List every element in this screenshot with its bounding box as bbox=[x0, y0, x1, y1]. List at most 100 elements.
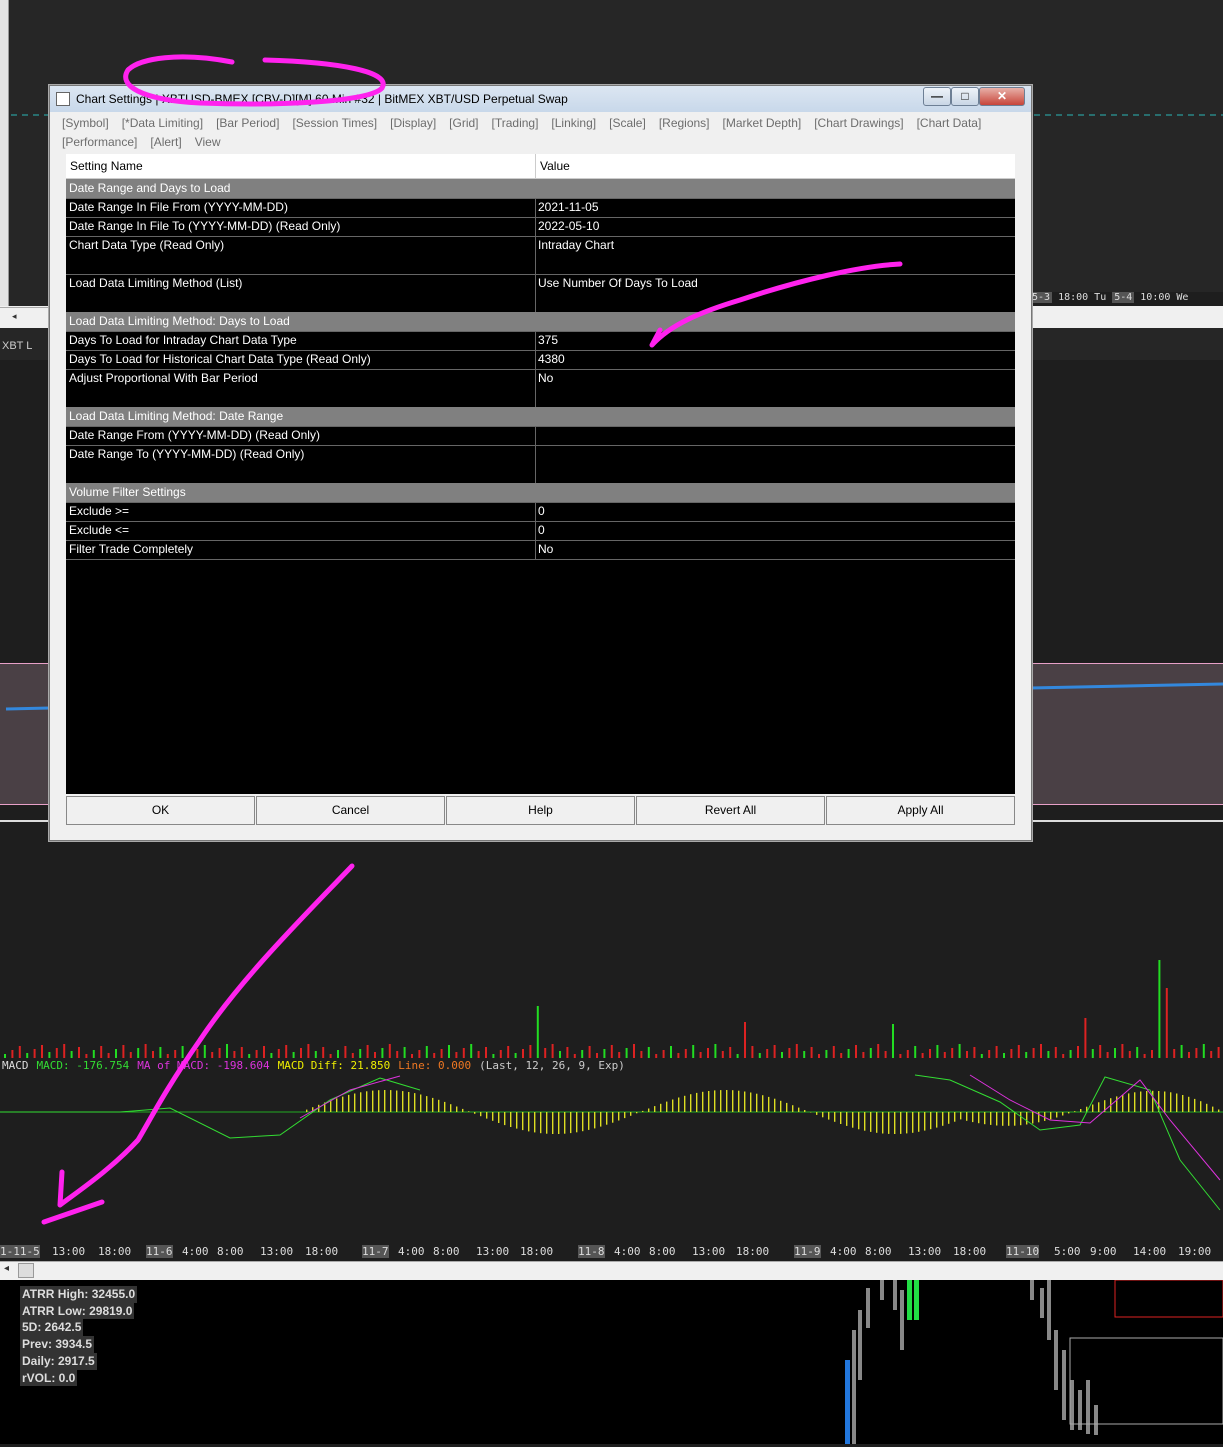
time-axis-label: 4:00 bbox=[614, 1245, 641, 1258]
macd-diff-bar bbox=[960, 1112, 961, 1119]
time-axis-label: 18:00 bbox=[520, 1245, 553, 1258]
macd-diff-bar bbox=[714, 1090, 715, 1112]
apply-all-button[interactable]: Apply All bbox=[826, 796, 1015, 825]
macd-line bbox=[0, 1078, 420, 1138]
volume-bar bbox=[811, 1047, 813, 1058]
chart-tab-label[interactable]: XBT L bbox=[0, 340, 34, 352]
volume-bar bbox=[833, 1046, 835, 1058]
volume-bar bbox=[633, 1044, 635, 1058]
column-header-setting-name[interactable]: Setting Name bbox=[70, 159, 143, 173]
tab-item[interactable]: [Trading] bbox=[492, 114, 539, 133]
tab-item[interactable]: [Regions] bbox=[659, 114, 710, 133]
setting-row[interactable]: Exclude <=0 bbox=[66, 521, 1015, 541]
setting-row[interactable]: Chart Data Type (Read Only)Intraday Char… bbox=[66, 236, 1015, 256]
column-divider bbox=[535, 426, 536, 445]
setting-value[interactable]: No bbox=[538, 540, 553, 558]
macd-diff-bar bbox=[918, 1112, 919, 1132]
setting-row[interactable]: Date Range In File To (YYYY-MM-DD) (Read… bbox=[66, 217, 1015, 237]
tab-item[interactable]: View bbox=[195, 133, 221, 152]
maximize-button[interactable]: □ bbox=[951, 87, 979, 106]
macd-diff-bar bbox=[546, 1112, 547, 1134]
bottom-horizontal-scrollbar[interactable]: ◂ bbox=[0, 1261, 1223, 1280]
macd-diff-bar bbox=[780, 1101, 781, 1112]
macd-diff-bar bbox=[912, 1112, 913, 1133]
left-scrollbar[interactable] bbox=[0, 0, 9, 318]
volume-bar bbox=[1040, 1044, 1042, 1058]
setting-value[interactable]: Intraday Chart bbox=[538, 236, 614, 254]
macd-diff-bar bbox=[618, 1112, 619, 1121]
volume-bar bbox=[759, 1053, 761, 1058]
volume-bar bbox=[315, 1051, 317, 1058]
tab-item[interactable]: [Scale] bbox=[609, 114, 646, 133]
macd-diff-bar bbox=[882, 1112, 883, 1134]
setting-row[interactable]: Filter Trade CompletelyNo bbox=[66, 540, 1015, 560]
scrollbar-thumb[interactable] bbox=[18, 1263, 34, 1278]
macd-diff-bar bbox=[576, 1112, 577, 1132]
setting-value[interactable]: 375 bbox=[538, 331, 558, 349]
setting-row[interactable]: Date Range In File From (YYYY-MM-DD)2021… bbox=[66, 198, 1015, 218]
tab-item[interactable]: [Chart Data] bbox=[917, 114, 982, 133]
volume-bar bbox=[63, 1044, 65, 1058]
cancel-button[interactable]: Cancel bbox=[256, 796, 445, 825]
setting-value[interactable]: No bbox=[538, 369, 553, 387]
column-header-value[interactable]: Value bbox=[540, 159, 570, 173]
macd-diff-bar bbox=[1128, 1093, 1129, 1112]
setting-value[interactable]: Use Number Of Days To Load bbox=[538, 274, 698, 292]
tab-item[interactable]: [Performance] bbox=[62, 133, 137, 152]
tab-item[interactable]: [Session Times] bbox=[292, 114, 377, 133]
tab-item[interactable]: [Bar Period] bbox=[216, 114, 279, 133]
setting-value[interactable]: 0 bbox=[538, 502, 545, 520]
ok-button[interactable]: OK bbox=[66, 796, 255, 825]
column-divider bbox=[535, 388, 536, 407]
volume-bar bbox=[885, 1051, 887, 1058]
tab-item[interactable]: [Alert] bbox=[150, 133, 181, 152]
macd-diff-bar bbox=[420, 1095, 421, 1113]
close-button[interactable]: ✕ bbox=[979, 87, 1025, 106]
volume-bar bbox=[1077, 1046, 1079, 1058]
tab-item[interactable]: [Linking] bbox=[551, 114, 596, 133]
setting-row[interactable]: Date Range To (YYYY-MM-DD) (Read Only) bbox=[66, 445, 1015, 465]
column-divider[interactable] bbox=[535, 154, 536, 178]
setting-row[interactable]: Date Range From (YYYY-MM-DD) (Read Only) bbox=[66, 426, 1015, 446]
top-horizontal-scrollbar[interactable]: ◂ bbox=[0, 307, 48, 322]
macd-diff-bar bbox=[798, 1108, 799, 1112]
tab-item[interactable]: [Market Depth] bbox=[723, 114, 802, 133]
macd-diff-bar bbox=[690, 1094, 691, 1112]
macd-diff-bar bbox=[858, 1112, 859, 1129]
time-axis-label: 8:00 bbox=[649, 1245, 676, 1258]
macd-diff-bar bbox=[1188, 1097, 1189, 1112]
tab-item[interactable]: [Chart Drawings] bbox=[814, 114, 903, 133]
setting-row[interactable]: Days To Load for Historical Chart Data T… bbox=[66, 350, 1015, 370]
tab-item[interactable]: [Symbol] bbox=[62, 114, 109, 133]
help-button[interactable]: Help bbox=[446, 796, 635, 825]
setting-row[interactable]: Adjust Proportional With Bar PeriodNo bbox=[66, 369, 1015, 389]
tab-item[interactable]: [Grid] bbox=[449, 114, 478, 133]
scroll-left-arrow-icon[interactable]: ◂ bbox=[12, 311, 17, 321]
macd-diff-bar bbox=[972, 1112, 973, 1122]
setting-value[interactable]: 2021-11-05 bbox=[538, 198, 599, 216]
macd-diff-bar bbox=[1212, 1107, 1213, 1112]
setting-row[interactable]: Exclude >=0 bbox=[66, 502, 1015, 522]
tab-item[interactable]: [*Data Limiting] bbox=[122, 114, 203, 133]
minimize-button[interactable]: — bbox=[923, 87, 951, 106]
setting-row[interactable]: Days To Load for Intraday Chart Data Typ… bbox=[66, 331, 1015, 351]
setting-value[interactable]: 4380 bbox=[538, 350, 565, 368]
macd-diff-bar bbox=[408, 1092, 409, 1112]
volume-bar bbox=[418, 1050, 420, 1058]
scroll-left-arrow-icon[interactable]: ◂ bbox=[4, 1263, 9, 1274]
tab-item[interactable]: [Display] bbox=[390, 114, 436, 133]
volume-bar bbox=[337, 1050, 339, 1058]
time-axis-label: 1-11-5 bbox=[0, 1245, 40, 1258]
macd-diff-bar bbox=[402, 1091, 403, 1112]
macd-diff-bar bbox=[846, 1112, 847, 1126]
setting-value[interactable]: 2022-05-10 bbox=[538, 217, 599, 235]
dialog-titlebar[interactable]: Chart Settings | XBTUSD-BMEX [CBV-D][M] … bbox=[50, 86, 1031, 112]
column-divider bbox=[535, 274, 536, 293]
volume-bar bbox=[196, 1049, 198, 1058]
volume-bar bbox=[115, 1049, 117, 1058]
setting-value[interactable]: 0 bbox=[538, 521, 545, 539]
volume-bar bbox=[803, 1051, 805, 1058]
macd-diff-bar bbox=[540, 1112, 541, 1133]
revert-all-button[interactable]: Revert All bbox=[636, 796, 825, 825]
setting-row[interactable]: Load Data Limiting Method (List)Use Numb… bbox=[66, 274, 1015, 294]
